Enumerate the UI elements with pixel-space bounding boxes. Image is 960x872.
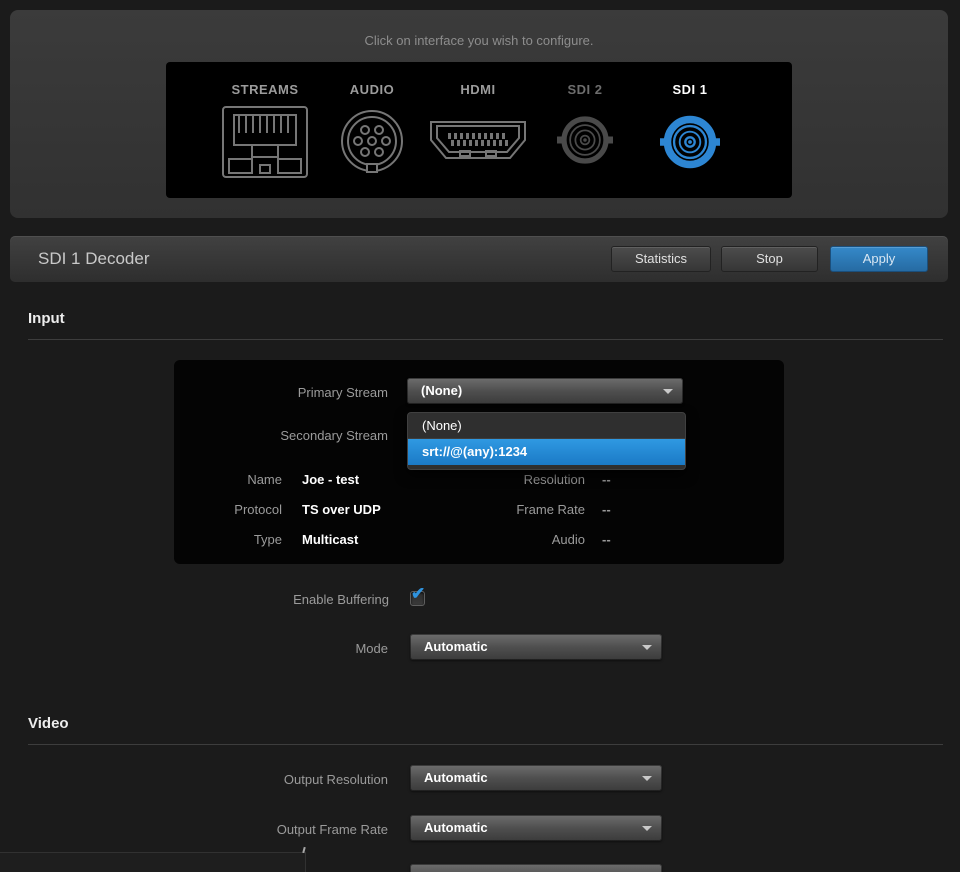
- video-section-divider: [28, 744, 943, 745]
- device-rear-panel: STREAMS AUD: [166, 62, 792, 198]
- bnc-connector-icon: [525, 112, 645, 168]
- interface-streams-label: STREAMS: [205, 82, 325, 100]
- interface-streams[interactable]: STREAMS: [205, 82, 325, 180]
- primary-stream-dropdown-list: (None) srt://@(any):1234: [407, 412, 686, 470]
- page-title: SDI 1 Decoder: [38, 236, 150, 282]
- chevron-down-icon: [642, 776, 652, 781]
- primary-stream-value: (None): [421, 383, 462, 398]
- stream-info-panel: Primary Stream (None) Secondary Stream (…: [174, 360, 784, 564]
- interface-instruction: Click on interface you wish to configure…: [10, 33, 948, 48]
- interface-sdi2[interactable]: SDI 2: [525, 82, 645, 168]
- audio-value: --: [602, 532, 611, 547]
- output-frame-rate-value: Automatic: [424, 820, 488, 835]
- interface-sdi1-label: SDI 1: [630, 82, 750, 100]
- chevron-down-icon: [642, 826, 652, 831]
- bnc-connector-selected-icon: [630, 112, 750, 172]
- output-frame-rate-select[interactable]: Automatic: [410, 815, 662, 841]
- frame-rate-value: --: [602, 502, 611, 517]
- interface-sdi1[interactable]: SDI 1: [630, 82, 750, 172]
- mode-select[interactable]: Automatic: [410, 634, 662, 660]
- primary-stream-select[interactable]: (None): [407, 378, 683, 404]
- input-section-divider: [28, 339, 943, 340]
- video-section-heading: Video: [28, 715, 69, 732]
- interface-audio[interactable]: AUDIO: [312, 82, 432, 174]
- decoder-toolbar: SDI 1 Decoder Statistics Stop Apply: [10, 236, 948, 282]
- chevron-down-icon: [663, 389, 673, 394]
- audio-label: Audio: [174, 532, 585, 547]
- dropdown-option-srt[interactable]: srt://@(any):1234: [408, 439, 685, 465]
- output-resolution-select[interactable]: Automatic: [410, 765, 662, 791]
- din-connector-icon: [312, 108, 432, 174]
- output-resolution-value: Automatic: [424, 770, 488, 785]
- enable-buffering-label: Enable Buffering: [0, 592, 389, 607]
- output-resolution-label: Output Resolution: [0, 772, 388, 787]
- interface-hdmi[interactable]: HDMI: [418, 82, 538, 165]
- apply-button[interactable]: Apply: [830, 246, 928, 272]
- next-row-select-partial[interactable]: [410, 864, 662, 872]
- stop-button[interactable]: Stop: [721, 246, 818, 272]
- chevron-down-icon: [642, 645, 652, 650]
- interface-hdmi-label: HDMI: [418, 82, 538, 100]
- resolution-label: Resolution: [174, 472, 585, 487]
- rj45-icon: [205, 104, 325, 180]
- statistics-button[interactable]: Statistics: [611, 246, 711, 272]
- partial-tooltip: [0, 852, 306, 872]
- output-frame-rate-label: Output Frame Rate: [0, 822, 388, 837]
- primary-stream-label: Primary Stream: [174, 385, 388, 400]
- dropdown-option-none[interactable]: (None): [408, 413, 685, 439]
- frame-rate-label: Frame Rate: [174, 502, 585, 517]
- secondary-stream-label: Secondary Stream: [174, 428, 388, 443]
- input-section-heading: Input: [28, 310, 65, 327]
- mode-value: Automatic: [424, 639, 488, 654]
- resolution-value: --: [602, 472, 611, 487]
- interface-panel: Click on interface you wish to configure…: [10, 10, 948, 218]
- enable-buffering-checkbox[interactable]: [410, 591, 425, 606]
- hdmi-icon: [418, 117, 538, 165]
- interface-audio-label: AUDIO: [312, 82, 432, 100]
- mode-label: Mode: [0, 641, 388, 656]
- interface-sdi2-label: SDI 2: [525, 82, 645, 100]
